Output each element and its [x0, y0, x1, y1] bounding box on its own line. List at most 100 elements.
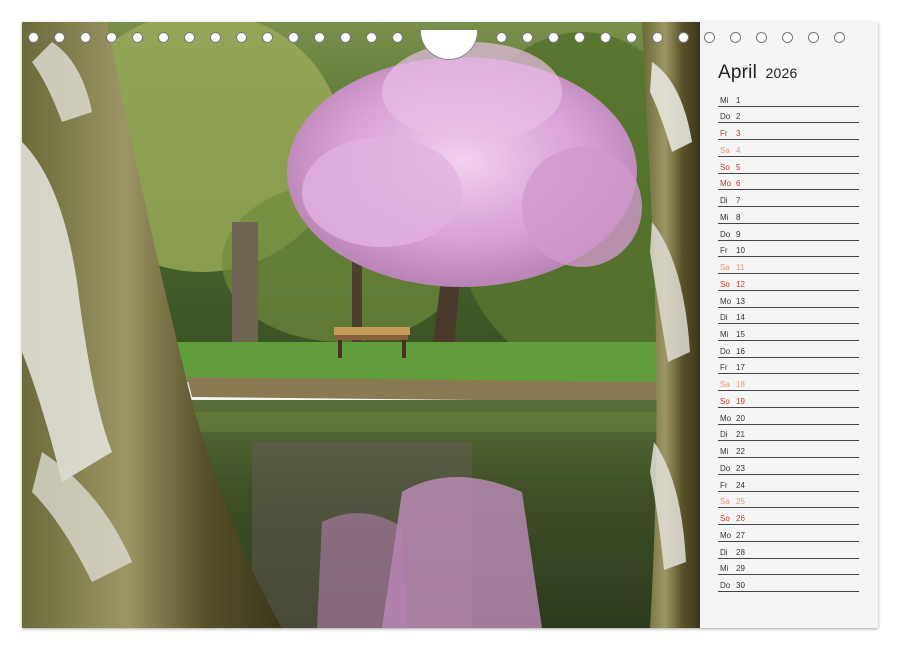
- day-number: 7: [736, 196, 741, 206]
- day-number: 14: [736, 313, 745, 323]
- day-row: Di 21: [718, 425, 859, 442]
- binding-hole: [314, 32, 325, 43]
- binding-hole: [392, 32, 403, 43]
- day-row: Di 28: [718, 542, 859, 559]
- day-row: Mi 1: [718, 90, 859, 107]
- day-row: Mo 6: [718, 174, 859, 191]
- month-title: April 2026: [718, 62, 797, 84]
- day-row: Sa 18: [718, 374, 859, 392]
- binding-hole: [236, 32, 247, 43]
- binding-hole: [80, 32, 91, 43]
- calendar-panel: April 2026 Mi 1 Do 2 Fr 3 Sa 4 So 5 Mo 6 Di 7 Mi 8 Do 9 Fr…: [700, 22, 878, 628]
- day-row: Mi 22: [718, 441, 859, 459]
- day-number: 24: [736, 480, 745, 490]
- binding-hole: [210, 32, 221, 43]
- day-number: 26: [736, 514, 745, 524]
- binding-hole: [730, 32, 741, 43]
- cherry-tree-pond-image: [22, 22, 700, 628]
- binding-hole: [574, 32, 585, 43]
- day-number: 9: [736, 229, 741, 239]
- weekday-label: Do: [720, 463, 731, 473]
- weekday-label: Do: [720, 112, 731, 122]
- weekday-label: Sa: [720, 263, 730, 273]
- binding-hole: [834, 32, 845, 43]
- day-number: 13: [736, 296, 745, 306]
- weekday-label: So: [720, 162, 730, 172]
- day-row: So 5: [718, 157, 859, 174]
- day-row: Fr 3: [718, 123, 859, 141]
- day-number: 27: [736, 530, 745, 540]
- weekday-label: Mi: [720, 95, 729, 105]
- binding-hole: [678, 32, 689, 43]
- day-row: Mo 27: [718, 525, 859, 542]
- day-row: So 26: [718, 508, 859, 526]
- weekday-label: Di: [720, 313, 728, 323]
- day-row: Fr 24: [718, 475, 859, 492]
- day-row: Do 30: [718, 575, 859, 593]
- year-label: 2026: [765, 65, 798, 81]
- day-number: 29: [736, 564, 745, 574]
- weekday-label: Do: [720, 229, 731, 239]
- binding-hole: [600, 32, 611, 43]
- day-row: Sa 25: [718, 492, 859, 509]
- day-number: 18: [736, 380, 745, 390]
- weekday-label: So: [720, 514, 730, 524]
- binding-hole: [366, 32, 377, 43]
- day-row: Do 9: [718, 224, 859, 241]
- binding-hole: [262, 32, 273, 43]
- day-number: 1: [736, 95, 741, 105]
- weekday-label: So: [720, 279, 730, 289]
- month-name: April: [718, 62, 758, 83]
- day-row: Di 7: [718, 190, 859, 208]
- binding-hole: [548, 32, 559, 43]
- day-number: 12: [736, 279, 745, 289]
- day-number: 22: [736, 447, 745, 457]
- day-row: Do 2: [718, 107, 859, 124]
- weekday-label: Sa: [720, 497, 730, 507]
- day-row: Fr 17: [718, 358, 859, 375]
- day-row: Mo 13: [718, 291, 859, 308]
- day-row: Mi 8: [718, 207, 859, 224]
- day-number: 20: [736, 413, 745, 423]
- day-number: 17: [736, 363, 745, 373]
- binding-hole: [496, 32, 507, 43]
- day-row: Sa 4: [718, 140, 859, 157]
- day-number: 21: [736, 430, 745, 440]
- weekday-label: Fr: [720, 246, 728, 256]
- day-number: 19: [736, 396, 745, 406]
- weekday-label: Mi: [720, 564, 729, 574]
- binding-hole: [106, 32, 117, 43]
- binding-hole: [184, 32, 195, 43]
- day-number: 4: [736, 145, 741, 155]
- day-number: 11: [736, 263, 745, 273]
- day-number: 23: [736, 463, 745, 473]
- weekday-label: Sa: [720, 145, 730, 155]
- weekday-label: Di: [720, 196, 728, 206]
- day-number: 3: [736, 129, 741, 139]
- day-number: 25: [736, 497, 745, 507]
- weekday-label: Mi: [720, 212, 729, 222]
- binding-hole: [132, 32, 143, 43]
- calendar-page: April 2026 Mi 1 Do 2 Fr 3 Sa 4 So 5 Mo 6 Di 7 Mi 8 Do 9 Fr…: [22, 22, 878, 628]
- weekday-label: Fr: [720, 363, 728, 373]
- day-number: 5: [736, 162, 741, 172]
- weekday-label: Di: [720, 547, 728, 557]
- binding-hole: [522, 32, 533, 43]
- day-number: 10: [736, 246, 745, 256]
- day-row: Sa 11: [718, 257, 859, 275]
- binding-hole: [704, 32, 715, 43]
- weekday-label: Mi: [720, 447, 729, 457]
- weekday-label: Mo: [720, 296, 732, 306]
- weekday-label: Mo: [720, 413, 732, 423]
- day-number: 8: [736, 212, 741, 222]
- binding-hole: [808, 32, 819, 43]
- weekday-label: Mi: [720, 330, 729, 340]
- binding-hole: [158, 32, 169, 43]
- day-row: So 12: [718, 274, 859, 291]
- binding-hole: [54, 32, 65, 43]
- weekday-label: Di: [720, 430, 728, 440]
- day-row: Do 23: [718, 458, 859, 475]
- day-row: Do 16: [718, 341, 859, 358]
- day-row: Mi 29: [718, 559, 859, 576]
- binding-hole: [340, 32, 351, 43]
